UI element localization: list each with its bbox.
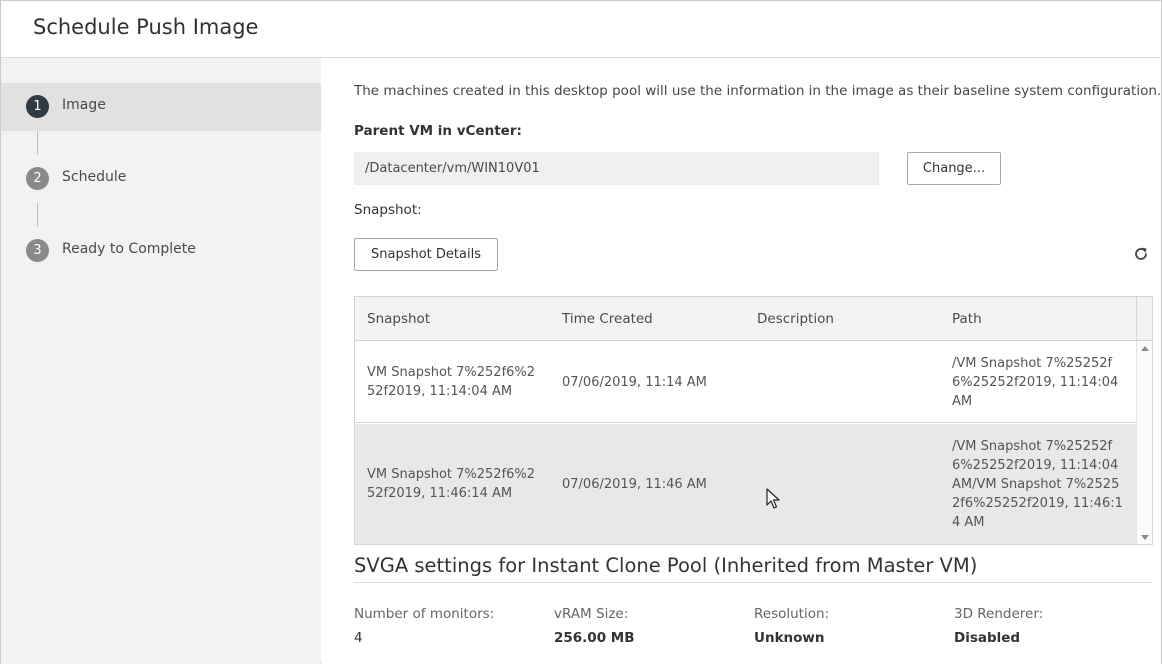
step-number-badge: 1 xyxy=(26,95,49,118)
mouse-cursor-icon xyxy=(766,488,780,509)
step-label: Schedule xyxy=(62,169,127,185)
snapshot-name-cell: VM Snapshot 7%252f6%2 52f2019, 11:14:04 … xyxy=(367,365,536,399)
snapshot-label: Snapshot: xyxy=(354,202,422,218)
time-created-cell: 07/06/2019, 11:46 AM xyxy=(562,477,707,492)
vram-size-value: 256.00 MB xyxy=(554,630,635,646)
table-header-filler xyxy=(1136,297,1152,341)
renderer-3d-value: Disabled xyxy=(954,630,1021,646)
step-connector xyxy=(37,203,38,227)
scroll-up-arrow-icon[interactable] xyxy=(1141,346,1149,351)
wizard-steps-sidebar: 1 Image 2 Schedule 3 Ready to Complete xyxy=(1,58,321,664)
parent-vm-field: /Datacenter/vm/WIN10V01 xyxy=(354,152,879,185)
step-number-badge: 2 xyxy=(26,167,49,190)
refresh-icon[interactable] xyxy=(1132,245,1150,263)
step-connector xyxy=(37,131,38,155)
schedule-push-image-dialog: Schedule Push Image 1 Image 2 Schedule 3… xyxy=(0,0,1162,664)
resolution-label: Resolution: xyxy=(754,606,830,622)
svga-settings-title: SVGA settings for Instant Clone Pool (In… xyxy=(354,554,978,577)
table-header: Snapshot Time Created Description Path xyxy=(355,297,1136,341)
step-schedule[interactable]: 2 Schedule xyxy=(1,155,321,203)
table-row-selected[interactable]: VM Snapshot 7%252f6%2 52f2019, 11:46:14 … xyxy=(355,424,1136,544)
scroll-down-arrow-icon[interactable] xyxy=(1141,535,1149,540)
column-header-time-created[interactable]: Time Created xyxy=(562,311,653,327)
parent-vm-label: Parent VM in vCenter: xyxy=(354,123,522,139)
dialog-header: Schedule Push Image xyxy=(1,1,1161,58)
change-parent-vm-button[interactable]: Change... xyxy=(907,152,1001,185)
snapshot-name-cell: VM Snapshot 7%252f6%2 52f2019, 11:46:14 … xyxy=(367,467,536,501)
resolution-value: Unknown xyxy=(754,630,825,646)
step-image[interactable]: 1 Image xyxy=(1,83,321,131)
monitors-label: Number of monitors: xyxy=(354,606,495,622)
snapshot-table: Snapshot Time Created Description Path V… xyxy=(354,296,1153,545)
path-cell: /VM Snapshot 7%25252f 6%25252f2019, 11:1… xyxy=(952,356,1119,409)
path-cell: /VM Snapshot 7%25252f 6%25252f2019, 11:1… xyxy=(952,439,1123,530)
renderer-3d-label: 3D Renderer: xyxy=(954,606,1044,622)
column-header-path[interactable]: Path xyxy=(952,311,982,327)
section-divider xyxy=(354,582,1153,583)
time-created-cell: 07/06/2019, 11:14 AM xyxy=(562,375,707,390)
dialog-title: Schedule Push Image xyxy=(33,15,259,39)
step-label: Ready to Complete xyxy=(62,241,196,257)
step-label: Image xyxy=(62,97,106,113)
table-scrollbar[interactable] xyxy=(1136,341,1152,544)
monitors-value: 4 xyxy=(354,630,363,646)
image-step-content[interactable]: The machines created in this desktop poo… xyxy=(322,58,1161,664)
vram-size-label: vRAM Size: xyxy=(554,606,629,622)
step-ready-to-complete[interactable]: 3 Ready to Complete xyxy=(1,227,321,275)
table-row[interactable]: VM Snapshot 7%252f6%2 52f2019, 11:14:04 … xyxy=(355,341,1136,423)
snapshot-details-button[interactable]: Snapshot Details xyxy=(354,238,498,271)
column-header-description[interactable]: Description xyxy=(757,311,834,327)
intro-text: The machines created in this desktop poo… xyxy=(354,83,1161,99)
step-number-badge: 3 xyxy=(26,239,49,262)
column-header-snapshot[interactable]: Snapshot xyxy=(367,311,430,327)
